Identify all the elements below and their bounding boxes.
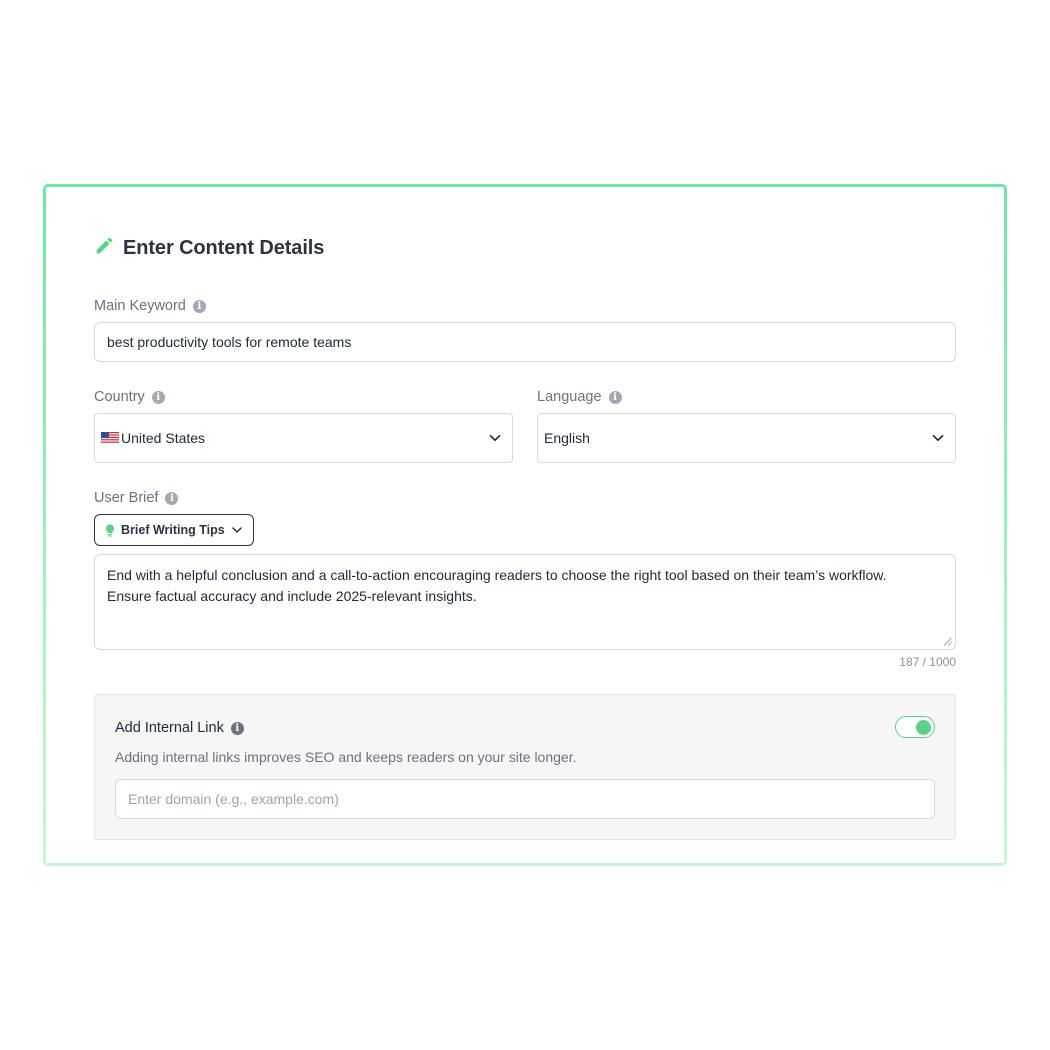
resize-handle-icon[interactable] [943, 637, 952, 646]
language-label-row: Language i [537, 389, 622, 405]
country-selected-value: United States [121, 430, 206, 446]
content-details-card: Enter Content Details Main Keyword i bes… [43, 184, 1007, 866]
country-label-row: Country i [94, 389, 165, 405]
main-keyword-label-row: Main Keyword i [94, 298, 206, 314]
card-header: Enter Content Details [94, 235, 324, 261]
lightbulb-icon [106, 524, 114, 537]
language-selected-value: English [544, 430, 590, 446]
chevron-down-icon [932, 434, 944, 442]
brief-writing-tips-label: Brief Writing Tips [121, 523, 225, 537]
country-label: Country [94, 389, 145, 405]
toggle-knob [916, 719, 931, 735]
info-icon[interactable]: i [151, 390, 165, 404]
main-keyword-value: best productivity tools for remote teams [107, 334, 352, 350]
info-icon[interactable]: i [192, 299, 206, 313]
main-keyword-input[interactable]: best productivity tools for remote teams [94, 322, 956, 362]
internal-link-title: Add Internal Link [115, 720, 224, 736]
domain-input[interactable]: Enter domain (e.g., example.com) [115, 779, 935, 819]
info-icon[interactable]: i [230, 721, 244, 735]
user-brief-label: User Brief [94, 490, 159, 506]
info-icon[interactable]: i [165, 491, 179, 505]
page-title: Enter Content Details [123, 236, 325, 259]
us-flag-icon [101, 432, 119, 444]
internal-link-description: Adding internal links improves SEO and k… [115, 749, 577, 765]
user-brief-text-line: End with a helpful conclusion and a call… [107, 567, 887, 583]
chevron-down-icon [231, 527, 242, 533]
internal-link-toggle[interactable] [895, 716, 935, 738]
content-details-card-body: Enter Content Details Main Keyword i bes… [46, 187, 1004, 863]
pencil-icon [94, 235, 115, 261]
country-select[interactable]: United States [94, 413, 513, 463]
language-label: Language [537, 389, 602, 405]
chevron-down-icon [489, 434, 501, 442]
character-counter: 187 / 1000 [899, 655, 956, 669]
info-icon[interactable]: i [608, 390, 622, 404]
internal-link-title-row: Add Internal Link i [115, 720, 244, 736]
brief-writing-tips-button[interactable]: Brief Writing Tips [94, 514, 254, 546]
internal-link-panel: Add Internal Link i Adding internal link… [94, 694, 956, 840]
main-keyword-label: Main Keyword [94, 298, 186, 314]
domain-input-placeholder: Enter domain (e.g., example.com) [128, 791, 339, 807]
language-select[interactable]: English [537, 413, 956, 463]
user-brief-text-line: Ensure factual accuracy and include 2025… [107, 588, 477, 604]
user-brief-label-row: User Brief i [94, 490, 179, 506]
user-brief-textarea[interactable]: End with a helpful conclusion and a call… [94, 554, 956, 650]
